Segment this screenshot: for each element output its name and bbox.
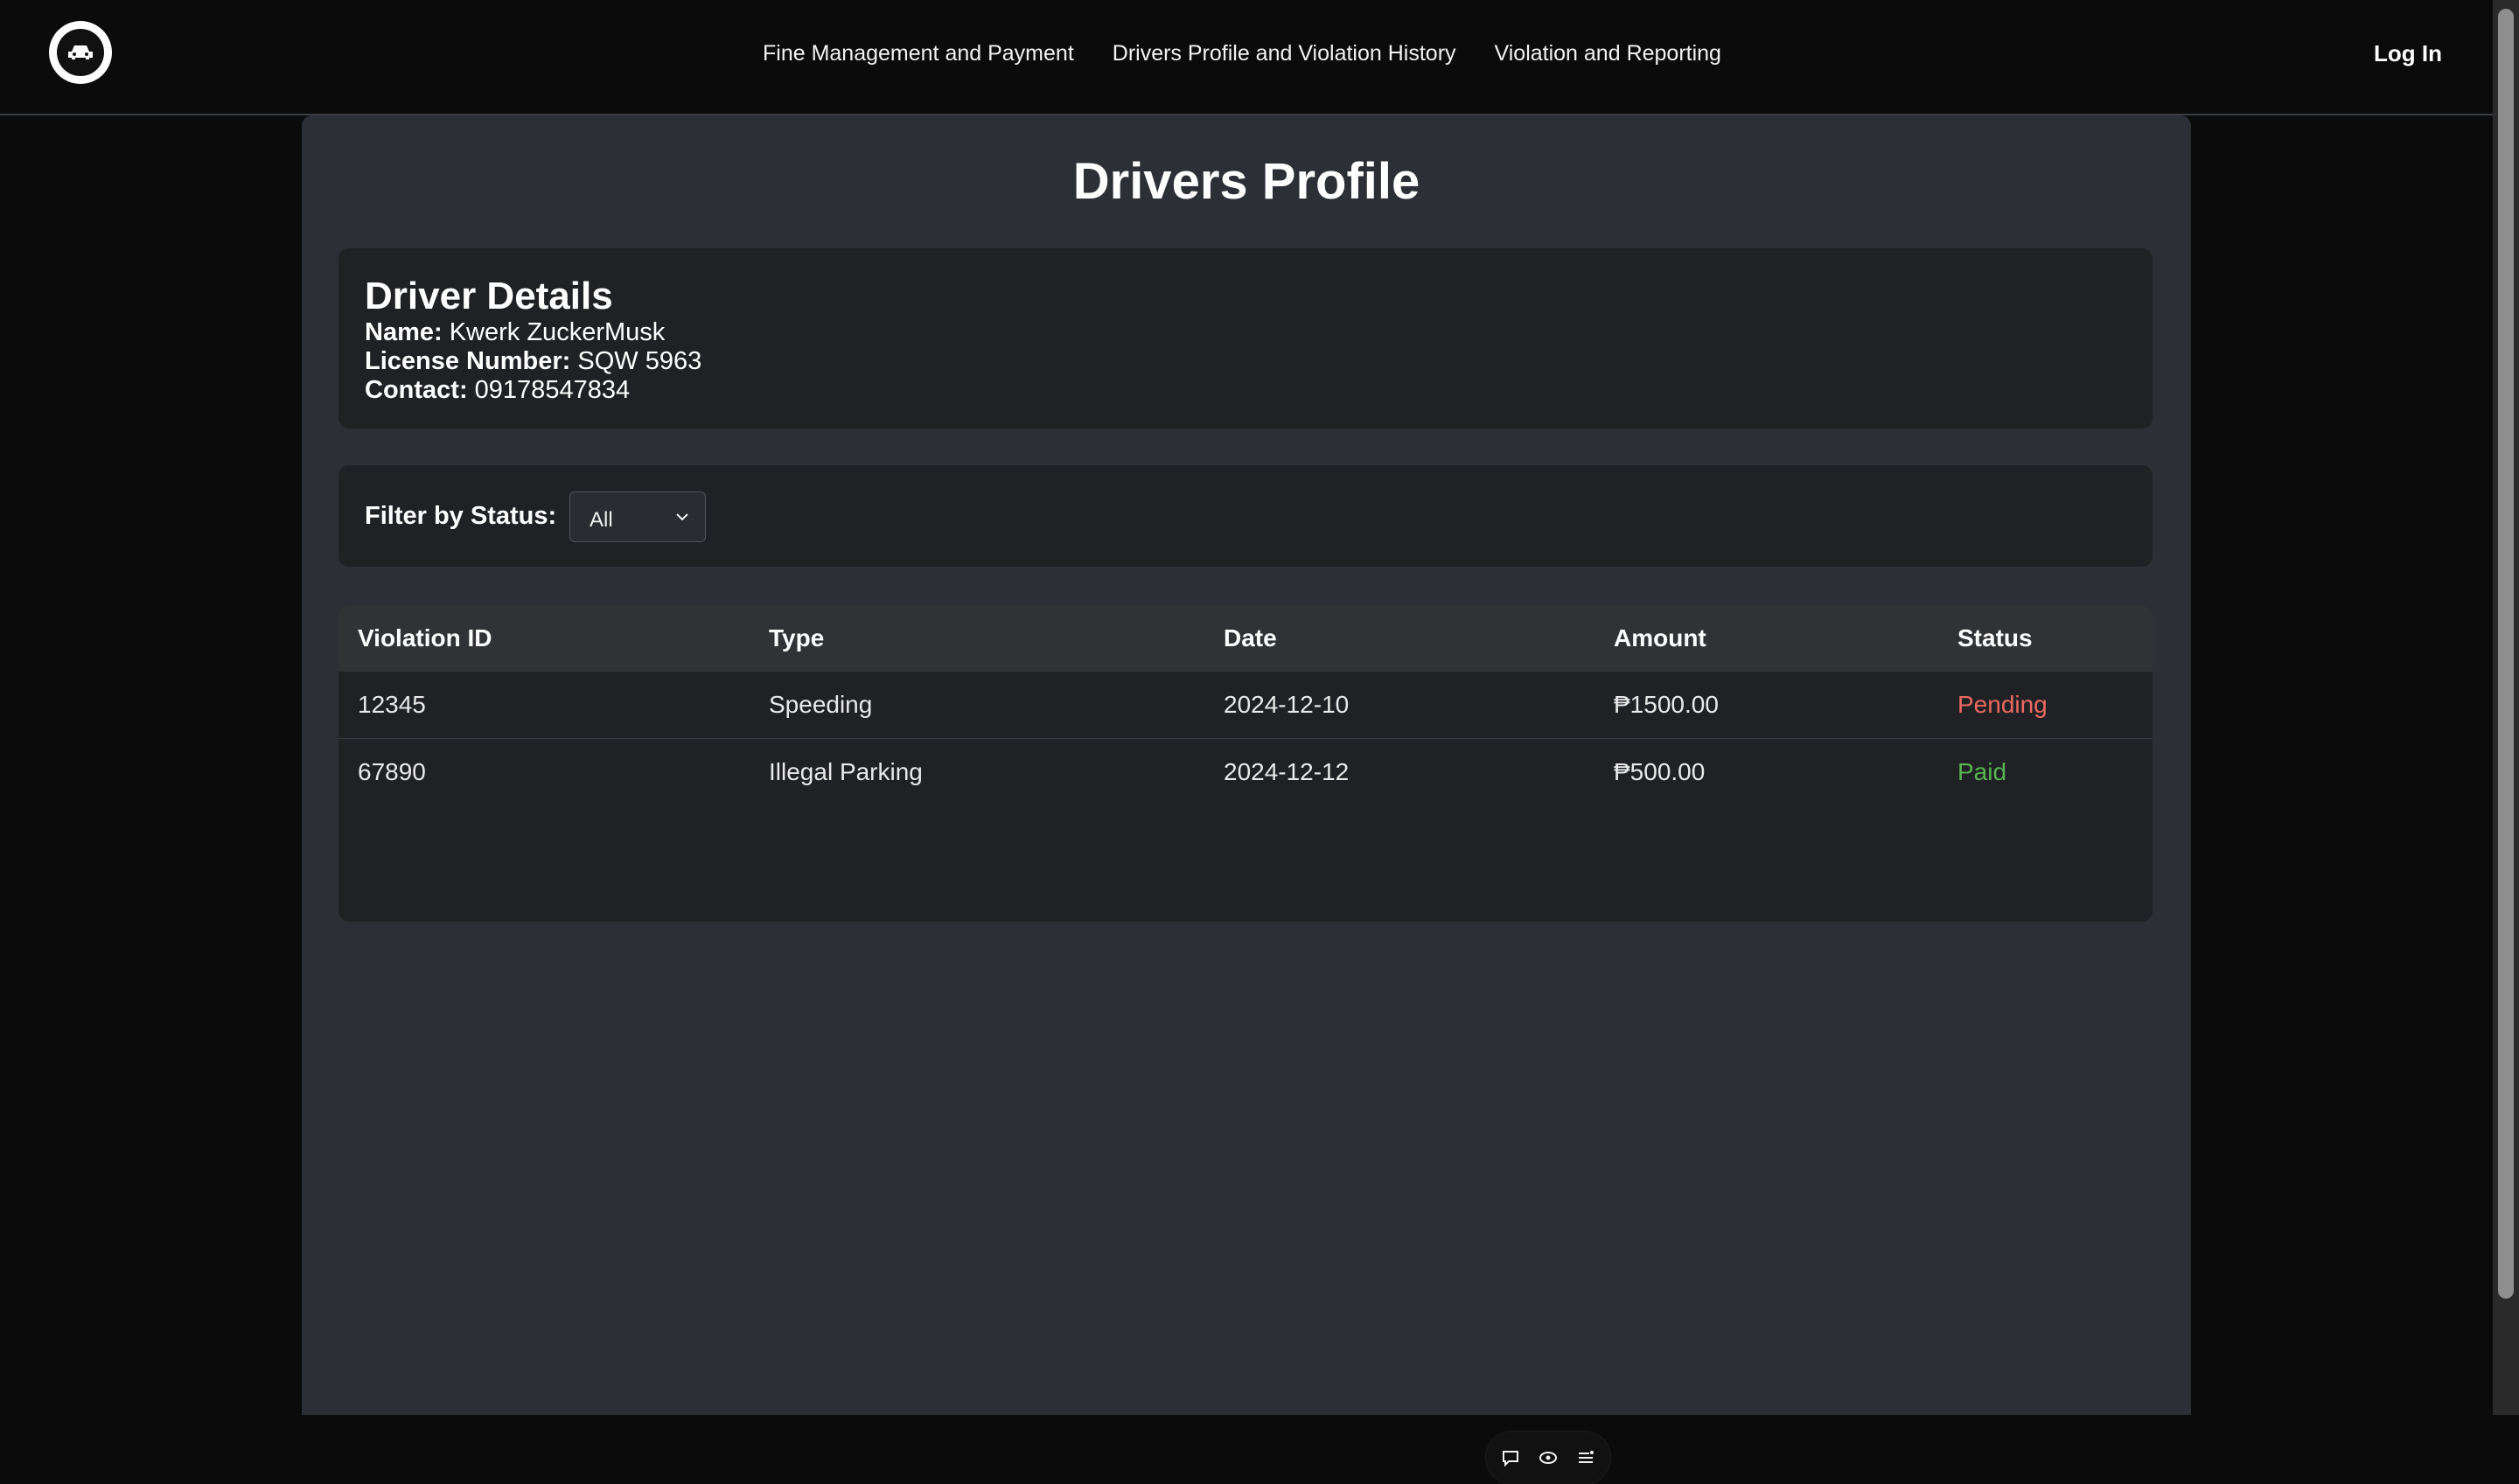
column-date: Date (1204, 605, 1594, 672)
column-status: Status (1938, 605, 2153, 672)
contact-row: Contact: 09178547834 (365, 376, 701, 405)
violation-id-cell: 12345 (338, 672, 750, 739)
contact-label: Contact: (365, 376, 468, 404)
status-filter-selected: All (590, 508, 613, 532)
license-number-value: SQW 5963 (577, 347, 702, 375)
column-type: Type (750, 605, 1204, 672)
scrollbar-thumb[interactable] (2498, 9, 2514, 1299)
status-filter-select[interactable]: All (569, 491, 706, 542)
driver-name-row: Name: Kwerk ZuckerMusk (365, 318, 701, 347)
contact-value: 09178547834 (474, 376, 631, 404)
driver-name-label: Name: (365, 318, 443, 346)
table-row: 12345 Speeding 2024-12-10 ₱1500.00 Pendi… (338, 672, 2153, 739)
filter-label: Filter by Status: (365, 502, 557, 530)
main-navigation: Fine Management and Payment Drivers Prof… (763, 41, 1721, 66)
table-header-row: Violation ID Type Date Amount Status (338, 605, 2153, 672)
violation-type-cell: Speeding (750, 672, 1204, 739)
page-title: Drivers Profile (1072, 153, 1420, 210)
login-link[interactable]: Log In (2374, 40, 2442, 67)
column-violation-id: Violation ID (338, 605, 750, 672)
top-navbar: Fine Management and Payment Drivers Prof… (0, 0, 2493, 115)
violation-history-table: Violation ID Type Date Amount Status 123… (338, 605, 2153, 922)
car-logo-svg (68, 45, 93, 59)
table-row: 67890 Illegal Parking 2024-12-12 ₱500.00… (338, 739, 2153, 806)
column-amount: Amount (1594, 605, 1938, 672)
violation-date-cell: 2024-12-12 (1224, 758, 1350, 785)
license-number-label: License Number: (365, 347, 571, 375)
driver-details-heading: Driver Details (365, 275, 613, 317)
driver-name-value: Kwerk ZuckerMusk (449, 318, 666, 346)
chat-icon[interactable] (1500, 1447, 1521, 1468)
eye-icon[interactable] (1538, 1447, 1559, 1468)
traffic-enforcer-logo[interactable] (49, 21, 112, 84)
settings-list-icon[interactable] (1575, 1447, 1596, 1468)
nav-violation-reporting[interactable]: Violation and Reporting (1495, 41, 1721, 66)
nav-drivers-profile[interactable]: Drivers Profile and Violation History (1113, 41, 1456, 66)
status-filter-card: Filter by Status: All (338, 465, 2153, 567)
violation-amount-cell: ₱1500.00 (1594, 672, 1938, 739)
chevron-down-icon (676, 513, 688, 521)
license-number-row: License Number: SQW 5963 (365, 347, 701, 376)
floating-toolbar (1486, 1432, 1610, 1484)
page-scrollbar[interactable] (2493, 0, 2519, 1415)
violation-date-cell: 2024-12-10 (1204, 672, 1594, 739)
car-icon (57, 29, 104, 76)
nav-fine-management[interactable]: Fine Management and Payment (763, 41, 1074, 66)
violation-id-cell: 67890 (358, 758, 426, 785)
status-badge: Pending (1938, 672, 2153, 739)
drivers-profile-panel: Drivers Profile Driver Details Name: Kwe… (302, 115, 2191, 1484)
driver-details-card: Driver Details Name: Kwerk ZuckerMusk Li… (338, 248, 2153, 428)
violation-amount-cell: ₱500.00 (1614, 758, 1706, 785)
status-badge: Paid (1957, 758, 2007, 785)
violation-type-cell: Illegal Parking (769, 758, 923, 785)
violations-table: Violation ID Type Date Amount Status 123… (338, 605, 2153, 805)
driver-details-list: Name: Kwerk ZuckerMusk License Number: S… (365, 318, 701, 405)
